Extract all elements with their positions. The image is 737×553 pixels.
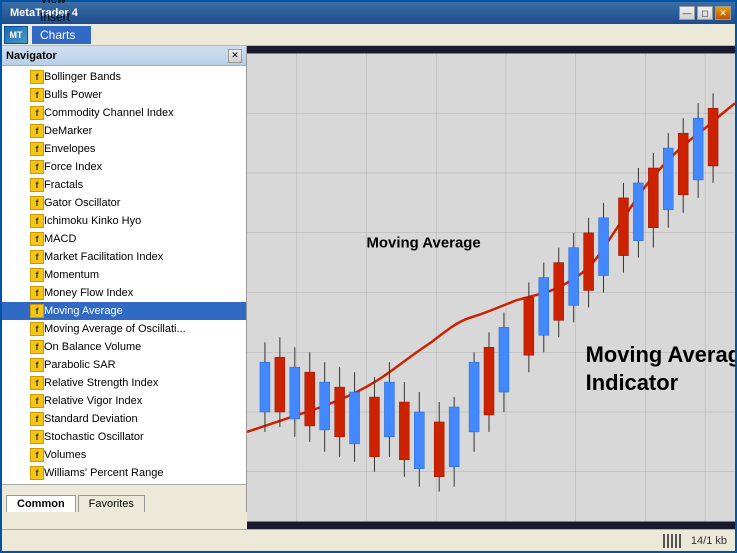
status-icon	[663, 534, 683, 548]
nav-item-force-index[interactable]: fForce Index	[2, 158, 246, 176]
title-bar-buttons: — ◻ ✕	[679, 6, 731, 20]
navigator-list: fBollinger BandsfBulls PowerfCommodity C…	[2, 66, 246, 484]
nav-item-label-relative-vigor-index: Relative Vigor Index	[44, 395, 142, 407]
nav-item-label-momentum: Momentum	[44, 269, 99, 281]
nav-item-moving-average[interactable]: fMoving Average	[2, 302, 246, 320]
nav-item-label-market-facilitation-index: Market Facilitation Index	[44, 251, 163, 263]
nav-icon-relative-vigor-index: f	[30, 394, 44, 408]
nav-item-stochastic-oscillator[interactable]: fStochastic Oscillator	[2, 428, 246, 446]
status-bar: 14/1 kb	[2, 529, 735, 551]
nav-item-label-williams-percent-range: Williams' Percent Range	[44, 467, 163, 479]
nav-item-on-balance-volume[interactable]: fOn Balance Volume	[2, 338, 246, 356]
menu-item-charts[interactable]: Charts	[32, 26, 91, 44]
svg-text:Indicator: Indicator	[586, 370, 679, 395]
nav-icon-relative-strength-index: f	[30, 376, 44, 390]
navigator-title: Navigator	[6, 50, 57, 62]
nav-item-money-flow-index[interactable]: fMoney Flow Index	[2, 284, 246, 302]
chart-svg: Moving Average Moving Average Indicator	[247, 46, 735, 529]
nav-tab-favorites[interactable]: Favorites	[78, 495, 145, 512]
nav-item-label-on-balance-volume: On Balance Volume	[44, 341, 141, 353]
menu-item-view[interactable]: View	[32, 0, 91, 8]
nav-item-williams-percent-range[interactable]: fWilliams' Percent Range	[2, 464, 246, 482]
navigator-panel: Navigator ✕ fBollinger BandsfBulls Power…	[2, 46, 247, 529]
nav-item-demarker[interactable]: fDeMarker	[2, 122, 246, 140]
nav-item-label-money-flow-index: Money Flow Index	[44, 287, 133, 299]
nav-item-label-commodity-channel-index: Commodity Channel Index	[44, 107, 174, 119]
app-logo: MT	[4, 26, 28, 44]
nav-icon-money-flow-index: f	[30, 286, 44, 300]
nav-item-label-macd: MACD	[44, 233, 76, 245]
nav-icon-macd: f	[30, 232, 44, 246]
nav-icon-on-balance-volume: f	[30, 340, 44, 354]
nav-item-envelopes[interactable]: fEnvelopes	[2, 140, 246, 158]
nav-item-volumes[interactable]: fVolumes	[2, 446, 246, 464]
svg-text:Moving Average: Moving Average	[367, 235, 481, 252]
nav-item-standard-deviation[interactable]: fStandard Deviation	[2, 410, 246, 428]
nav-icon-ichimoku: f	[30, 214, 44, 228]
nav-item-label-stochastic-oscillator: Stochastic Oscillator	[44, 431, 144, 443]
nav-item-label-bollinger-bands: Bollinger Bands	[44, 71, 121, 83]
svg-text:Moving Average: Moving Average	[586, 342, 735, 367]
navigator-header: Navigator ✕	[2, 46, 246, 66]
nav-item-macd[interactable]: fMACD	[2, 230, 246, 248]
restore-button[interactable]: ◻	[697, 6, 713, 20]
nav-icon-bulls-power: f	[30, 88, 44, 102]
nav-icon-parabolic-sar: f	[30, 358, 44, 372]
nav-icon-standard-deviation: f	[30, 412, 44, 426]
nav-item-momentum[interactable]: fMomentum	[2, 266, 246, 284]
main-window: MetaTrader 4 — ◻ ✕ MT FileViewInsertChar…	[0, 0, 737, 553]
nav-item-label-force-index: Force Index	[44, 161, 102, 173]
nav-item-label-envelopes: Envelopes	[44, 143, 95, 155]
navigator-close-button[interactable]: ✕	[228, 49, 242, 63]
nav-item-label-demarker: DeMarker	[44, 125, 92, 137]
nav-item-label-bulls-power: Bulls Power	[44, 89, 102, 101]
nav-icon-bollinger-bands: f	[30, 70, 44, 84]
nav-item-label-moving-average-oscillator: Moving Average of Oscillati...	[44, 323, 186, 335]
nav-item-fractals[interactable]: fFractals	[2, 176, 246, 194]
nav-item-moving-average-oscillator[interactable]: fMoving Average of Oscillati...	[2, 320, 246, 338]
nav-item-market-facilitation-index[interactable]: fMarket Facilitation Index	[2, 248, 246, 266]
menu-item-insert[interactable]: Insert	[32, 8, 91, 26]
nav-item-label-fractals: Fractals	[44, 179, 83, 191]
title-bar: MetaTrader 4 — ◻ ✕	[2, 2, 735, 24]
nav-icon-moving-average-oscillator: f	[30, 322, 44, 336]
nav-item-label-relative-strength-index: Relative Strength Index	[44, 377, 158, 389]
nav-icon-williams-percent-range: f	[30, 466, 44, 480]
minimize-button[interactable]: —	[679, 6, 695, 20]
nav-icon-momentum: f	[30, 268, 44, 282]
menu-bar: MT FileViewInsertChartsToolsWindowHelp	[2, 24, 735, 46]
nav-item-bollinger-bands[interactable]: fBollinger Bands	[2, 68, 246, 86]
nav-item-relative-strength-index[interactable]: fRelative Strength Index	[2, 374, 246, 392]
chart-area: Moving Average Moving Average Indicator	[247, 46, 735, 529]
nav-tab-common[interactable]: Common	[6, 495, 76, 512]
nav-item-label-volumes: Volumes	[44, 449, 86, 461]
navigator-tabs: CommonFavorites	[2, 484, 246, 512]
navigator: Navigator ✕ fBollinger BandsfBulls Power…	[2, 46, 247, 512]
nav-item-label-moving-average: Moving Average	[44, 305, 123, 317]
nav-item-parabolic-sar[interactable]: fParabolic SAR	[2, 356, 246, 374]
nav-item-commodity-channel-index[interactable]: fCommodity Channel Index	[2, 104, 246, 122]
nav-item-relative-vigor-index[interactable]: fRelative Vigor Index	[2, 392, 246, 410]
nav-icon-gator-oscillator: f	[30, 196, 44, 210]
nav-item-bulls-power[interactable]: fBulls Power	[2, 86, 246, 104]
nav-item-label-parabolic-sar: Parabolic SAR	[44, 359, 116, 371]
nav-icon-stochastic-oscillator: f	[30, 430, 44, 444]
nav-icon-commodity-channel-index: f	[30, 106, 44, 120]
nav-icon-envelopes: f	[30, 142, 44, 156]
nav-item-label-ichimoku: Ichimoku Kinko Hyo	[44, 215, 141, 227]
nav-item-label-standard-deviation: Standard Deviation	[44, 413, 138, 425]
nav-item-ichimoku[interactable]: fIchimoku Kinko Hyo	[2, 212, 246, 230]
status-size: 14/1 kb	[691, 535, 727, 547]
main-content: Navigator ✕ fBollinger BandsfBulls Power…	[2, 46, 735, 529]
nav-icon-volumes: f	[30, 448, 44, 462]
nav-icon-force-index: f	[30, 160, 44, 174]
nav-icon-market-facilitation-index: f	[30, 250, 44, 264]
nav-item-label-gator-oscillator: Gator Oscillator	[44, 197, 120, 209]
nav-icon-fractals: f	[30, 178, 44, 192]
nav-icon-moving-average: f	[30, 304, 44, 318]
close-button[interactable]: ✕	[715, 6, 731, 20]
nav-icon-demarker: f	[30, 124, 44, 138]
nav-item-gator-oscillator[interactable]: fGator Oscillator	[2, 194, 246, 212]
